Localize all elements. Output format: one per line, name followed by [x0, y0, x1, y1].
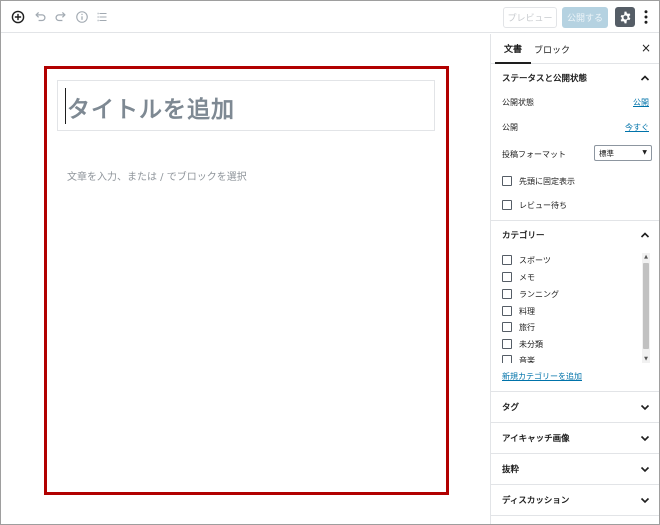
excerpt-panel-header[interactable]: 抜粋	[491, 454, 659, 484]
chevron-down-icon	[640, 404, 650, 411]
title-placeholder: タイトルを追加	[67, 97, 235, 123]
category-label: ランニング	[519, 290, 559, 299]
chevron-up-icon	[640, 232, 650, 238]
settings-sidebar: 文書 ブロック × ステータスと公開状態 公開状態 公開 公開 今すぐ 投稿フォ…	[490, 34, 659, 524]
pending-review-checkbox[interactable]	[502, 200, 512, 210]
post-title-field[interactable]: タイトルを追加	[57, 80, 435, 131]
featured-image-panel-header[interactable]: アイキャッチ画像	[491, 423, 659, 453]
publish-date-link[interactable]: 今すぐ	[625, 122, 649, 133]
pending-review-label: レビュー待ち	[519, 201, 567, 210]
category-checkbox[interactable]	[502, 339, 512, 349]
category-label: 未分類	[519, 340, 543, 349]
scroll-up-icon[interactable]: ▲	[642, 253, 650, 261]
add-category-link[interactable]: 新規カテゴリーを追加	[502, 371, 582, 382]
tags-panel-header[interactable]: タグ	[491, 392, 659, 422]
scrollbar-thumb[interactable]	[643, 263, 649, 349]
category-checkbox[interactable]	[502, 289, 512, 299]
category-checkbox[interactable]	[502, 322, 512, 332]
tab-document[interactable]: 文書	[495, 34, 531, 64]
category-checkbox[interactable]	[502, 306, 512, 316]
chevron-down-icon	[640, 435, 650, 442]
block-appender-placeholder[interactable]: 文章を入力、または / でブロックを選択	[67, 168, 247, 183]
scroll-down-icon[interactable]: ▼	[642, 355, 650, 363]
sticky-checkbox[interactable]	[502, 176, 512, 186]
category-label: 料理	[519, 307, 535, 316]
close-sidebar-button[interactable]: ×	[641, 41, 651, 55]
list-view-icon[interactable]	[94, 8, 112, 26]
settings-button[interactable]	[615, 7, 635, 27]
category-label: 音楽	[519, 356, 535, 363]
dropdown-arrow-icon: ▼	[642, 149, 647, 156]
sticky-label: 先頭に固定表示	[519, 177, 575, 186]
publish-label: 公開	[502, 123, 518, 132]
editor-toolbar: プレビュー 公開する	[1, 1, 659, 33]
info-icon[interactable]	[73, 8, 91, 26]
category-panel-header[interactable]: カテゴリー	[491, 220, 659, 250]
category-label: スポーツ	[519, 256, 551, 265]
featured-image-panel-title: アイキャッチ画像	[502, 434, 570, 444]
category-label: 旅行	[519, 323, 535, 332]
category-list: スポーツ メモ ランニング 料理 旅行 未分類 音楽	[491, 253, 659, 363]
post-format-select[interactable]: 標準 ▼	[594, 145, 652, 161]
status-panel-title: ステータスと公開状態	[502, 74, 588, 84]
excerpt-panel-title: 抜粋	[502, 465, 520, 475]
tab-block[interactable]: ブロック	[531, 34, 573, 64]
preview-button[interactable]: プレビュー	[503, 7, 557, 28]
undo-icon[interactable]	[31, 8, 49, 26]
visibility-link[interactable]: 公開	[633, 97, 649, 108]
gear-icon	[620, 11, 630, 23]
chevron-up-icon	[640, 75, 650, 81]
post-format-value: 標準	[599, 148, 614, 158]
chevron-down-icon	[640, 497, 650, 504]
publish-button[interactable]: 公開する	[562, 7, 608, 28]
chevron-down-icon	[640, 466, 650, 473]
category-checkbox[interactable]	[502, 255, 512, 265]
category-panel-title: カテゴリー	[502, 231, 545, 241]
status-panel-header[interactable]: ステータスと公開状態	[491, 63, 659, 93]
text-caret	[65, 88, 66, 124]
divider	[491, 515, 659, 516]
more-options-button[interactable]	[641, 8, 651, 26]
discussion-panel-title: ディスカッション	[502, 496, 570, 506]
redo-icon[interactable]	[52, 8, 70, 26]
discussion-panel-header[interactable]: ディスカッション	[491, 485, 659, 515]
more-vertical-icon	[644, 10, 648, 24]
sidebar-tabs: 文書 ブロック ×	[491, 34, 659, 64]
post-format-label: 投稿フォーマット	[502, 150, 566, 159]
category-checkbox[interactable]	[502, 272, 512, 282]
category-label: メモ	[519, 273, 535, 282]
plus-circle-icon[interactable]	[9, 8, 27, 26]
visibility-label: 公開状態	[502, 98, 534, 107]
category-checkbox[interactable]	[502, 355, 512, 363]
tags-panel-title: タグ	[502, 403, 520, 413]
